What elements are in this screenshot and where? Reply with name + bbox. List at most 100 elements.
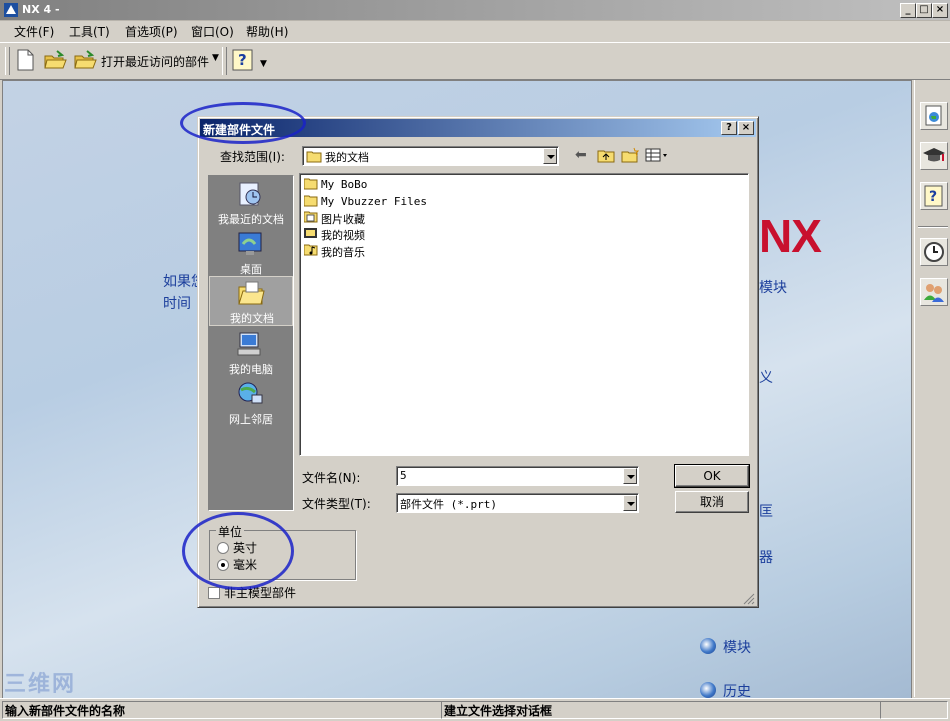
open-folder-icon — [44, 50, 67, 69]
menu-window[interactable]: 窗口(O) — [191, 23, 234, 40]
chevron-down-icon[interactable]: ▼ — [260, 59, 267, 69]
file-list[interactable]: My BoBo My Vbuzzer Files 图片收藏 我的视频 我的音乐 — [299, 173, 749, 456]
app-title-bar: NX 4 - _ □ × — [0, 0, 950, 21]
resource-web-button[interactable] — [920, 102, 948, 130]
non-master-checkbox[interactable] — [208, 587, 220, 599]
resource-bar: ? — [914, 80, 950, 697]
right-text-4: 器 — [759, 550, 773, 566]
view-menu-icon[interactable] — [645, 148, 669, 162]
place-my-computer[interactable]: 我的电脑 — [209, 328, 293, 378]
pictures-folder-icon — [304, 211, 318, 223]
help-icon: ? — [232, 49, 253, 71]
history-bullet-icon — [700, 682, 716, 698]
minimize-button[interactable]: _ — [900, 3, 916, 18]
place-label: 我的文档 — [230, 312, 274, 325]
status-bar: 输入新部件文件的名称 建立文件选择对话框 — [0, 698, 950, 721]
up-folder-icon[interactable] — [597, 147, 615, 163]
new-file-button[interactable] — [12, 47, 38, 73]
roles-users-icon — [924, 284, 944, 302]
chevron-down-icon[interactable] — [623, 495, 637, 511]
resource-help-button[interactable]: ? — [920, 182, 948, 210]
filename-label: 文件名(N): — [302, 471, 361, 485]
status-message: 建立文件选择对话框 — [441, 701, 881, 719]
resource-roles-button[interactable] — [920, 278, 948, 306]
maximize-button[interactable]: □ — [916, 3, 932, 18]
svg-text:?: ? — [238, 51, 247, 69]
web-page-icon — [925, 105, 942, 126]
open-recent-button[interactable] — [72, 47, 98, 73]
modules-bullet-icon — [700, 638, 716, 654]
menu-help[interactable]: 帮助(H) — [246, 23, 288, 40]
nx-app-icon — [4, 3, 18, 17]
menu-file[interactable]: 文件(F) — [14, 23, 54, 40]
chevron-down-icon[interactable] — [543, 148, 557, 164]
right-text-1: 模块 — [759, 280, 787, 296]
lookin-label: 查找范围(I): — [220, 150, 285, 164]
chevron-down-icon[interactable]: ▼ — [212, 53, 219, 63]
place-label: 网上邻居 — [229, 413, 273, 426]
nx-logo: NX — [759, 210, 822, 262]
annotation-circle-units — [182, 512, 294, 590]
toolbar: 打开最近访问的部件 ▼ ? ▼ — [0, 42, 950, 80]
network-places-icon — [238, 382, 263, 404]
place-label: 我最近的文档 — [218, 213, 284, 226]
place-desktop[interactable]: 桌面 — [209, 228, 293, 278]
right-text-3: 匡 — [759, 504, 773, 520]
filename-input[interactable]: 5 — [396, 466, 639, 486]
status-extra — [880, 701, 948, 719]
back-arrow-icon[interactable]: ⬅ — [575, 147, 587, 163]
watermark: 三维网 — [4, 672, 77, 697]
filetype-dropdown[interactable]: 部件文件 (*.prt) — [396, 493, 639, 513]
close-window-button[interactable]: × — [932, 3, 948, 18]
recent-folder-icon — [74, 50, 97, 69]
place-recent-documents[interactable]: 我最近的文档 — [209, 178, 293, 228]
desktop-icon — [238, 232, 262, 255]
dialog-help-button[interactable]: ? — [721, 121, 737, 135]
help-button[interactable]: ? — [230, 47, 256, 73]
app-title: NX 4 - — [22, 3, 60, 16]
lookin-dropdown[interactable]: 我的文档 — [302, 146, 559, 166]
resize-grip-icon[interactable] — [743, 593, 755, 605]
folder-icon — [304, 178, 318, 190]
place-my-documents[interactable]: 我的文档 — [209, 276, 293, 326]
file-name: My Vbuzzer Files — [321, 195, 427, 208]
resource-history-button[interactable] — [920, 238, 948, 266]
ok-button[interactable]: OK — [674, 464, 750, 488]
toolbar-grip[interactable] — [5, 47, 10, 75]
resource-training-button[interactable] — [920, 142, 948, 170]
place-network[interactable]: 网上邻居 — [209, 378, 293, 428]
graduation-cap-icon — [923, 148, 945, 162]
my-computer-icon — [237, 332, 261, 356]
places-bar: 我最近的文档 桌面 我的文档 我的电脑 网上邻居 — [208, 175, 294, 511]
open-file-button[interactable] — [42, 47, 68, 73]
filetype-value: 部件文件 (*.prt) — [400, 498, 497, 511]
place-label: 桌面 — [240, 263, 262, 276]
filename-value: 5 — [400, 469, 407, 482]
lookin-value: 我的文档 — [325, 151, 369, 164]
folder-icon — [304, 195, 318, 207]
videos-folder-icon — [304, 228, 317, 238]
menu-bar: 文件(F) 工具(T) 首选项(P) 窗口(O) 帮助(H) — [0, 21, 950, 41]
annotation-circle-title — [180, 102, 306, 144]
new-folder-icon[interactable] — [621, 147, 639, 163]
link-history[interactable]: 历史 — [723, 681, 751, 698]
chevron-down-icon[interactable] — [623, 468, 637, 484]
my-documents-icon — [238, 281, 265, 305]
open-recent-label[interactable]: 打开最近访问的部件 — [101, 53, 209, 70]
dialog-close-button[interactable]: × — [738, 121, 754, 135]
link-modules[interactable]: 模块 — [723, 637, 751, 657]
recent-documents-icon — [239, 182, 261, 206]
toolbar-grip[interactable] — [222, 47, 227, 75]
file-name: 我的音乐 — [321, 246, 365, 259]
menu-tools[interactable]: 工具(T) — [69, 23, 110, 40]
my-documents-icon — [306, 151, 322, 163]
place-label: 我的电脑 — [229, 363, 273, 376]
file-name: 图片收藏 — [321, 213, 365, 226]
file-name: My BoBo — [321, 178, 368, 191]
right-text-2: 义 — [759, 370, 773, 386]
menu-preferences[interactable]: 首选项(P) — [125, 23, 178, 40]
music-folder-icon — [304, 244, 318, 256]
cancel-button[interactable]: 取消 — [675, 491, 749, 513]
help-icon: ? — [924, 185, 943, 207]
intro-text-line2: 时间 — [163, 296, 191, 312]
